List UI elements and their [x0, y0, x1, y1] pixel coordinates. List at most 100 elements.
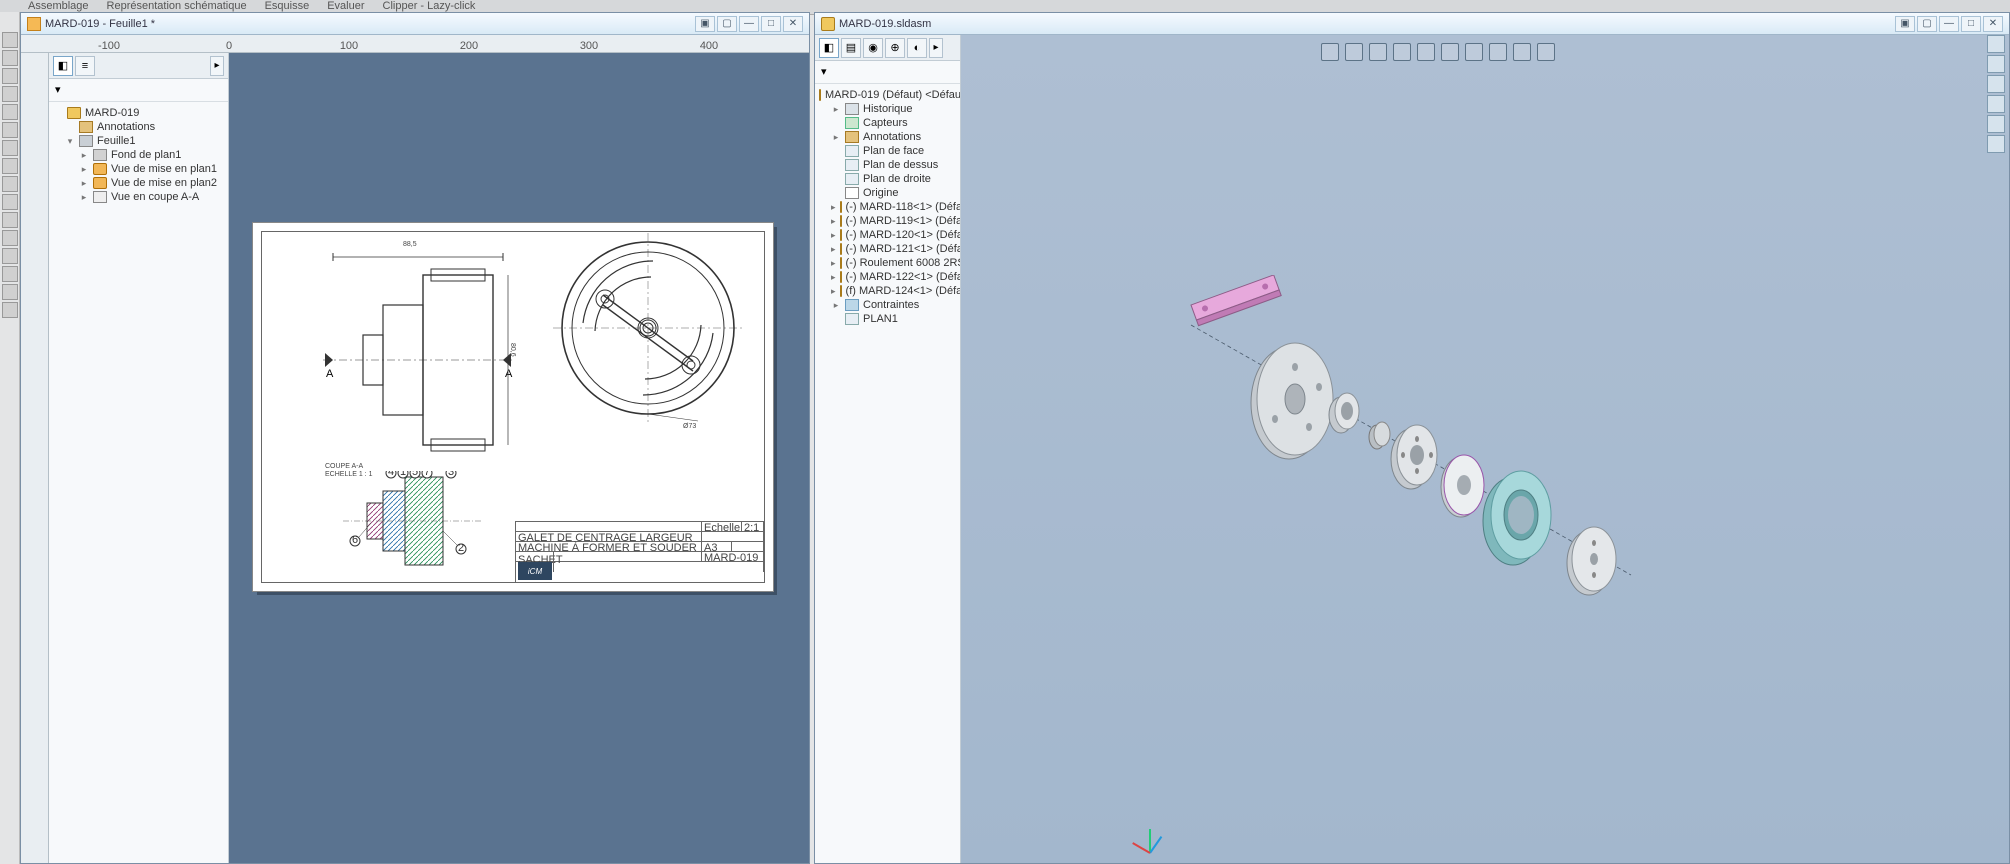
tool-button[interactable]	[2, 140, 18, 156]
tree-view2[interactable]: ▸Vue de mise en plan2	[51, 176, 226, 190]
view-settings-icon[interactable]	[1537, 43, 1555, 61]
zoom-area-icon[interactable]	[1345, 43, 1363, 61]
tree-tab-appearance-icon[interactable]: ◐	[907, 38, 927, 58]
tree-sheet[interactable]: ▾Feuille1	[51, 134, 226, 148]
tree-root[interactable]: MARD-019 (Défaut) <Défaut_E	[817, 88, 958, 102]
tool-button[interactable]	[2, 194, 18, 210]
tree-part[interactable]: ▸(-) MARD-119<1> (Défaut)	[817, 214, 958, 228]
tree-history[interactable]: ▸Historique	[817, 102, 958, 116]
file-explorer-icon[interactable]	[1987, 75, 2005, 93]
tree-part[interactable]: ▸(f) MARD-124<1> (Défaut)	[817, 284, 958, 298]
edit-appearance-icon[interactable]	[1489, 43, 1507, 61]
tree-part[interactable]: ▸(-) Roulement 6008 2RS1<	[817, 256, 958, 270]
tree-view1[interactable]: ▸Vue de mise en plan1	[51, 162, 226, 176]
task-pane-dock	[1987, 35, 2007, 153]
tree-plane-top[interactable]: Plan de dessus	[817, 158, 958, 172]
tree-tab-display-icon[interactable]: ▤	[841, 38, 861, 58]
vertical-ruler	[21, 53, 49, 863]
filter-funnel-icon[interactable]: ▾	[821, 65, 835, 79]
dim-diameter: Ø73	[683, 423, 696, 430]
tree-collapse-icon[interactable]: ▸	[210, 56, 224, 76]
menu-item[interactable]: Evaluer	[319, 0, 372, 12]
tree-tab-origin-icon[interactable]: ⊕	[885, 38, 905, 58]
tree-tab-assembly-icon[interactable]: ◧	[819, 38, 839, 58]
display-style-icon[interactable]	[1441, 43, 1459, 61]
zoom-fit-icon[interactable]	[1321, 43, 1339, 61]
tree-part[interactable]: ▸(-) MARD-121<1> (Défaut)	[817, 242, 958, 256]
drawing-sheet-canvas[interactable]: AA 88,5 80,6	[229, 53, 809, 863]
apply-scene-icon[interactable]	[1513, 43, 1531, 61]
tree-background[interactable]: ▸Fond de plan1	[51, 148, 226, 162]
tool-button[interactable]	[2, 104, 18, 120]
tool-button[interactable]	[2, 50, 18, 66]
tree-plane-front[interactable]: Plan de face	[817, 144, 958, 158]
view-orientation-icon[interactable]	[1417, 43, 1435, 61]
window-cascade-icon[interactable]: ▢	[717, 16, 737, 32]
tool-button[interactable]	[2, 266, 18, 282]
menu-item[interactable]: Clipper - Lazy-click	[375, 0, 484, 12]
svg-text:4: 4	[388, 471, 394, 478]
filter-funnel-icon[interactable]: ▾	[55, 83, 69, 97]
tree-annotations[interactable]: Annotations	[51, 120, 226, 134]
svg-text:A: A	[326, 368, 334, 380]
svg-text:7: 7	[424, 471, 430, 478]
tree-tab-config-icon[interactable]: ◉	[863, 38, 883, 58]
window-minimize-icon[interactable]: —	[1939, 16, 1959, 32]
window-maximize-icon[interactable]: □	[1961, 16, 1981, 32]
side-view: AA	[323, 245, 513, 465]
svg-text:3: 3	[448, 471, 454, 478]
tool-button[interactable]	[2, 248, 18, 264]
model-window: MARD-019.sldasm ▣ ▢ — □ ✕ ◧ ▤ ◉ ⊕ ◐ ▸	[814, 12, 2010, 864]
tool-button[interactable]	[2, 122, 18, 138]
tree-mates[interactable]: ▸Contraintes	[817, 298, 958, 312]
tree-section-view[interactable]: ▸Vue en coupe A-A	[51, 190, 226, 204]
tree-more-icon[interactable]: ▸	[929, 38, 943, 58]
orientation-triad-icon[interactable]	[1131, 817, 1171, 857]
section-label: COUPE A-A	[325, 463, 363, 470]
window-cascade-icon[interactable]: ▢	[1917, 16, 1937, 32]
tree-plane-right[interactable]: Plan de droite	[817, 172, 958, 186]
window-maximize-icon[interactable]: □	[761, 16, 781, 32]
tree-part[interactable]: ▸(-) MARD-122<1> (Défaut)	[817, 270, 958, 284]
tree-plan1[interactable]: PLAN1	[817, 312, 958, 326]
3d-viewport[interactable]	[961, 35, 2009, 863]
menu-item[interactable]: Esquisse	[257, 0, 318, 12]
exploded-assembly	[1161, 275, 1661, 625]
tool-button[interactable]	[2, 212, 18, 228]
menu-item[interactable]: Assemblage	[20, 0, 97, 12]
tool-button[interactable]	[2, 86, 18, 102]
design-library-icon[interactable]	[1987, 55, 2005, 73]
tool-button[interactable]	[2, 230, 18, 246]
appearances-icon[interactable]	[1987, 115, 2005, 133]
previous-view-icon[interactable]	[1369, 43, 1387, 61]
tool-button[interactable]	[2, 158, 18, 174]
home-icon[interactable]	[1987, 35, 2005, 53]
tree-part[interactable]: ▸(-) MARD-118<1> (Défaut)	[817, 200, 958, 214]
tree-tab-properties-icon[interactable]: ≡	[75, 56, 95, 76]
tool-button[interactable]	[2, 302, 18, 318]
view-palette-icon[interactable]	[1987, 95, 2005, 113]
svg-text:5: 5	[412, 471, 418, 478]
window-close-icon[interactable]: ✕	[783, 16, 803, 32]
tree-root[interactable]: MARD-019	[51, 106, 226, 120]
window-tile-icon[interactable]: ▣	[695, 16, 715, 32]
tree-tab-feature-icon[interactable]: ◧	[53, 56, 73, 76]
window-minimize-icon[interactable]: —	[739, 16, 759, 32]
hide-show-icon[interactable]	[1465, 43, 1483, 61]
tool-button[interactable]	[2, 176, 18, 192]
tree-part[interactable]: ▸(-) MARD-120<1> (Défaut)	[817, 228, 958, 242]
tool-button[interactable]	[2, 68, 18, 84]
tree-origin[interactable]: Origine	[817, 186, 958, 200]
drawing-title-text: MARD-019 - Feuille1 *	[45, 18, 155, 30]
tree-annotations[interactable]: ▸Annotations	[817, 130, 958, 144]
dim-height: 80,6	[509, 343, 516, 357]
menu-item[interactable]: Représentation schématique	[99, 0, 255, 12]
tool-button[interactable]	[2, 284, 18, 300]
section-view-icon[interactable]	[1393, 43, 1411, 61]
window-tile-icon[interactable]: ▣	[1895, 16, 1915, 32]
custom-props-icon[interactable]	[1987, 135, 2005, 153]
svg-text:1: 1	[400, 471, 406, 478]
tool-button[interactable]	[2, 32, 18, 48]
tree-sensors[interactable]: Capteurs	[817, 116, 958, 130]
window-close-icon[interactable]: ✕	[1983, 16, 2003, 32]
